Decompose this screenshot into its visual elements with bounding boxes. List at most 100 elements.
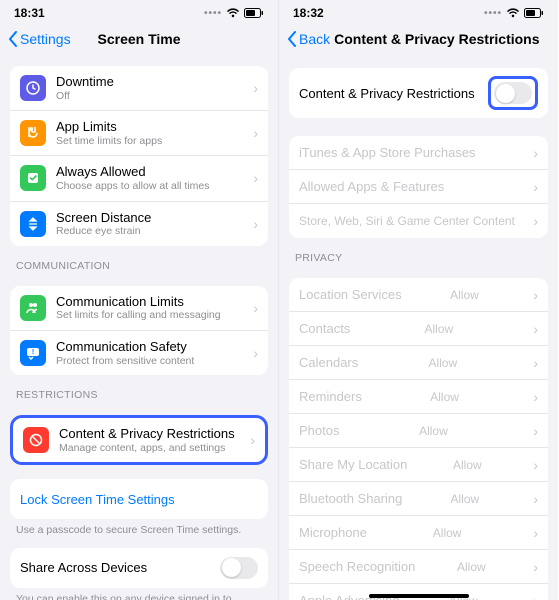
row-title: Content & Privacy Restrictions [59,426,235,442]
home-indicator [369,594,469,598]
cell-dots-icon: •••• [484,8,502,19]
chevron-right-icon: › [253,170,258,186]
chevron-right-icon: › [533,389,538,405]
row-title: Location Services [299,287,402,302]
row-commsafety[interactable]: ! Communication SafetyProtect from sensi… [10,331,268,375]
chevron-right-icon: › [253,125,258,141]
cell-dots-icon: •••• [204,8,222,19]
applimits-icon [20,120,46,146]
lock-note: Use a passcode to secure Screen Time set… [10,519,268,538]
row-sub: Protect from sensitive content [56,355,194,368]
section-privacy: Privacy [289,238,548,268]
battery-icon [244,8,264,18]
chevron-left-icon [287,31,297,47]
row-sub: Choose apps to allow at all times [56,180,210,193]
chevron-right-icon: › [533,457,538,473]
svg-text:!: ! [32,349,34,356]
toggle-highlight [488,76,538,110]
row-itunes[interactable]: iTunes & App Store Purchases › [289,136,548,170]
row-title: Microphone [299,525,367,540]
page-title: Content & Privacy Restrictions [334,31,539,47]
row-title: Communication Limits [56,294,221,310]
row-title: Content & Privacy Restrictions [299,86,475,101]
chevron-right-icon: › [533,355,538,371]
always-icon [20,165,46,191]
row-cpr-toggle[interactable]: Content & Privacy Restrictions [289,68,548,118]
row-privacy-sharemyloc[interactable]: Share My Location Allow › [289,448,548,482]
row-title: Communication Safety [56,339,194,355]
status-time: 18:32 [293,6,324,20]
row-share-devices[interactable]: Share Across Devices [10,548,268,588]
row-title: Share Across Devices [20,560,147,575]
row-lock-settings[interactable]: Lock Screen Time Settings [10,479,268,519]
row-commlimits[interactable]: Communication LimitsSet limits for calli… [10,286,268,331]
row-store-web[interactable]: Store, Web, Siri & Game Center Content › [289,204,548,238]
distance-icon [20,211,46,237]
chevron-right-icon: › [533,321,538,337]
row-value: Allow [424,322,453,336]
row-privacy-microphone[interactable]: MicrophoneAllow› [289,516,548,550]
wifi-icon [226,8,240,18]
row-distance[interactable]: Screen DistanceReduce eye strain › [10,202,268,246]
row-allowed-apps[interactable]: Allowed Apps & Features › [289,170,548,204]
cpr-toggle[interactable] [494,82,532,104]
chevron-right-icon: › [253,300,258,316]
section-restrictions: Restrictions [10,375,268,405]
downtime-icon [20,75,46,101]
row-title: Screen Distance [56,210,151,226]
row-title: Photos [299,423,339,438]
row-value: Allow [430,390,459,404]
restrictions-icon [23,427,49,453]
row-value: Allow [450,288,479,302]
back-label: Back [299,31,330,47]
chevron-right-icon: › [533,287,538,303]
chevron-right-icon: › [253,345,258,361]
row-privacy-bluetooth[interactable]: Bluetooth Sharing Allow › [289,482,548,516]
row-sub: Off [56,90,114,103]
row-privacy-speech[interactable]: Speech Recognition Allow › [289,550,548,584]
row-value: Allow [453,458,482,472]
row-privacy-reminders[interactable]: Reminders Allow › [289,380,548,414]
chevron-right-icon: › [533,179,538,195]
share-toggle[interactable] [220,557,258,579]
back-button[interactable]: Back [287,31,330,47]
row-title: Calendars [299,355,358,370]
status-time: 18:31 [14,6,45,20]
row-title: Bluetooth Sharing [299,491,402,506]
row-privacy-contacts[interactable]: Contacts Allow › [289,312,548,346]
row-value: Allow [451,492,480,506]
back-button[interactable]: Settings [8,31,71,47]
section-communication: Communication [10,246,268,276]
chevron-right-icon: › [533,423,538,439]
row-sub: Set time limits for apps [56,135,162,148]
row-privacy-location[interactable]: Location Services Allow › [289,278,548,312]
share-note: You can enable this on any device signed… [10,588,268,600]
row-privacy-calendars[interactable]: Calendars Allow › [289,346,548,380]
row-sub: Set limits for calling and messaging [56,309,221,322]
row-always[interactable]: Always AllowedChoose apps to allow at al… [10,156,268,201]
row-sub: Manage content, apps, and settings [59,442,235,455]
row-title: iTunes & App Store Purchases [299,145,476,160]
row-applimits[interactable]: App LimitsSet time limits for apps › [10,111,268,156]
chevron-right-icon: › [533,213,538,229]
row-value: Allow [457,560,486,574]
row-sub: Reduce eye strain [56,225,151,238]
chevron-right-icon: › [533,145,538,161]
row-title: App Limits [56,119,162,135]
chevron-right-icon: › [533,491,538,507]
commlimits-icon [20,295,46,321]
row-value: Allow [428,356,457,370]
row-title: Reminders [299,389,362,404]
chevron-right-icon: › [533,559,538,575]
row-title: Share My Location [299,457,407,472]
row-title: Speech Recognition [299,559,415,574]
row-value: Allow [433,526,462,540]
row-downtime[interactable]: DowntimeOff › [10,66,268,111]
row-content-privacy[interactable]: Content & Privacy RestrictionsManage con… [13,418,265,462]
row-title: Contacts [299,321,350,336]
chevron-left-icon [8,31,18,47]
wifi-icon [506,8,520,18]
chevron-right-icon: › [533,593,538,600]
row-privacy-photos[interactable]: PhotosAllow› [289,414,548,448]
status-icons: •••• [204,8,264,19]
